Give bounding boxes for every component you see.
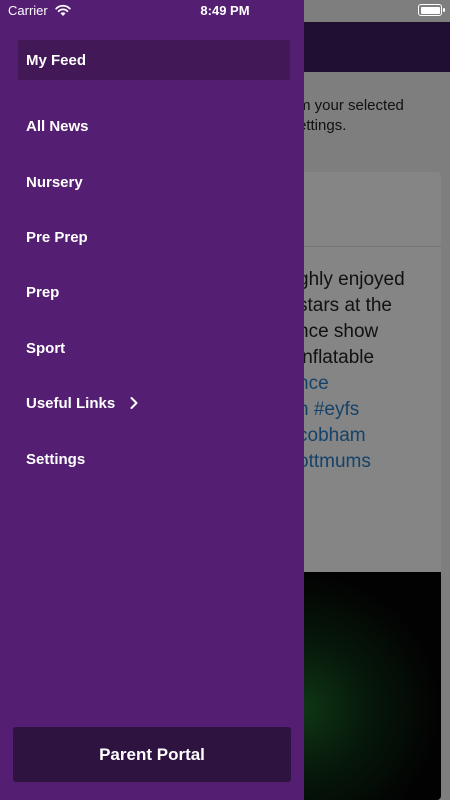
menu-item-useful-links[interactable]: Useful Links — [18, 383, 290, 423]
status-bar: Carrier 8:49 PM — [0, 0, 450, 22]
side-drawer: My Feed All News Nursery Pre Prep Prep S… — [0, 0, 304, 800]
menu-item-label: My Feed — [26, 51, 87, 69]
menu-item-settings[interactable]: Settings — [18, 439, 290, 479]
menu-item-label: All News — [26, 117, 89, 135]
battery-level — [420, 6, 440, 14]
menu-item-label: Useful Links — [26, 394, 116, 412]
menu-item-label: Pre Prep — [26, 228, 88, 246]
menu-item-label: Sport — [26, 339, 66, 357]
menu-item-label: Nursery — [26, 173, 83, 191]
menu-item-label: Settings — [26, 450, 86, 468]
clock: 8:49 PM — [200, 3, 250, 18]
menu-item-label: Prep — [26, 283, 60, 301]
parent-portal-button[interactable]: Parent Portal — [13, 727, 291, 782]
battery-icon — [418, 4, 445, 16]
menu-item-nursery[interactable]: Nursery — [18, 162, 290, 202]
chevron-right-icon — [130, 397, 138, 409]
menu-item-sport[interactable]: Sport — [18, 328, 290, 368]
menu-item-pre-prep[interactable]: Pre Prep — [18, 217, 290, 257]
menu-item-all-news[interactable]: All News — [18, 106, 290, 146]
menu-item-prep[interactable]: Prep — [18, 272, 290, 312]
menu-item-my-feed[interactable]: My Feed — [18, 40, 290, 80]
